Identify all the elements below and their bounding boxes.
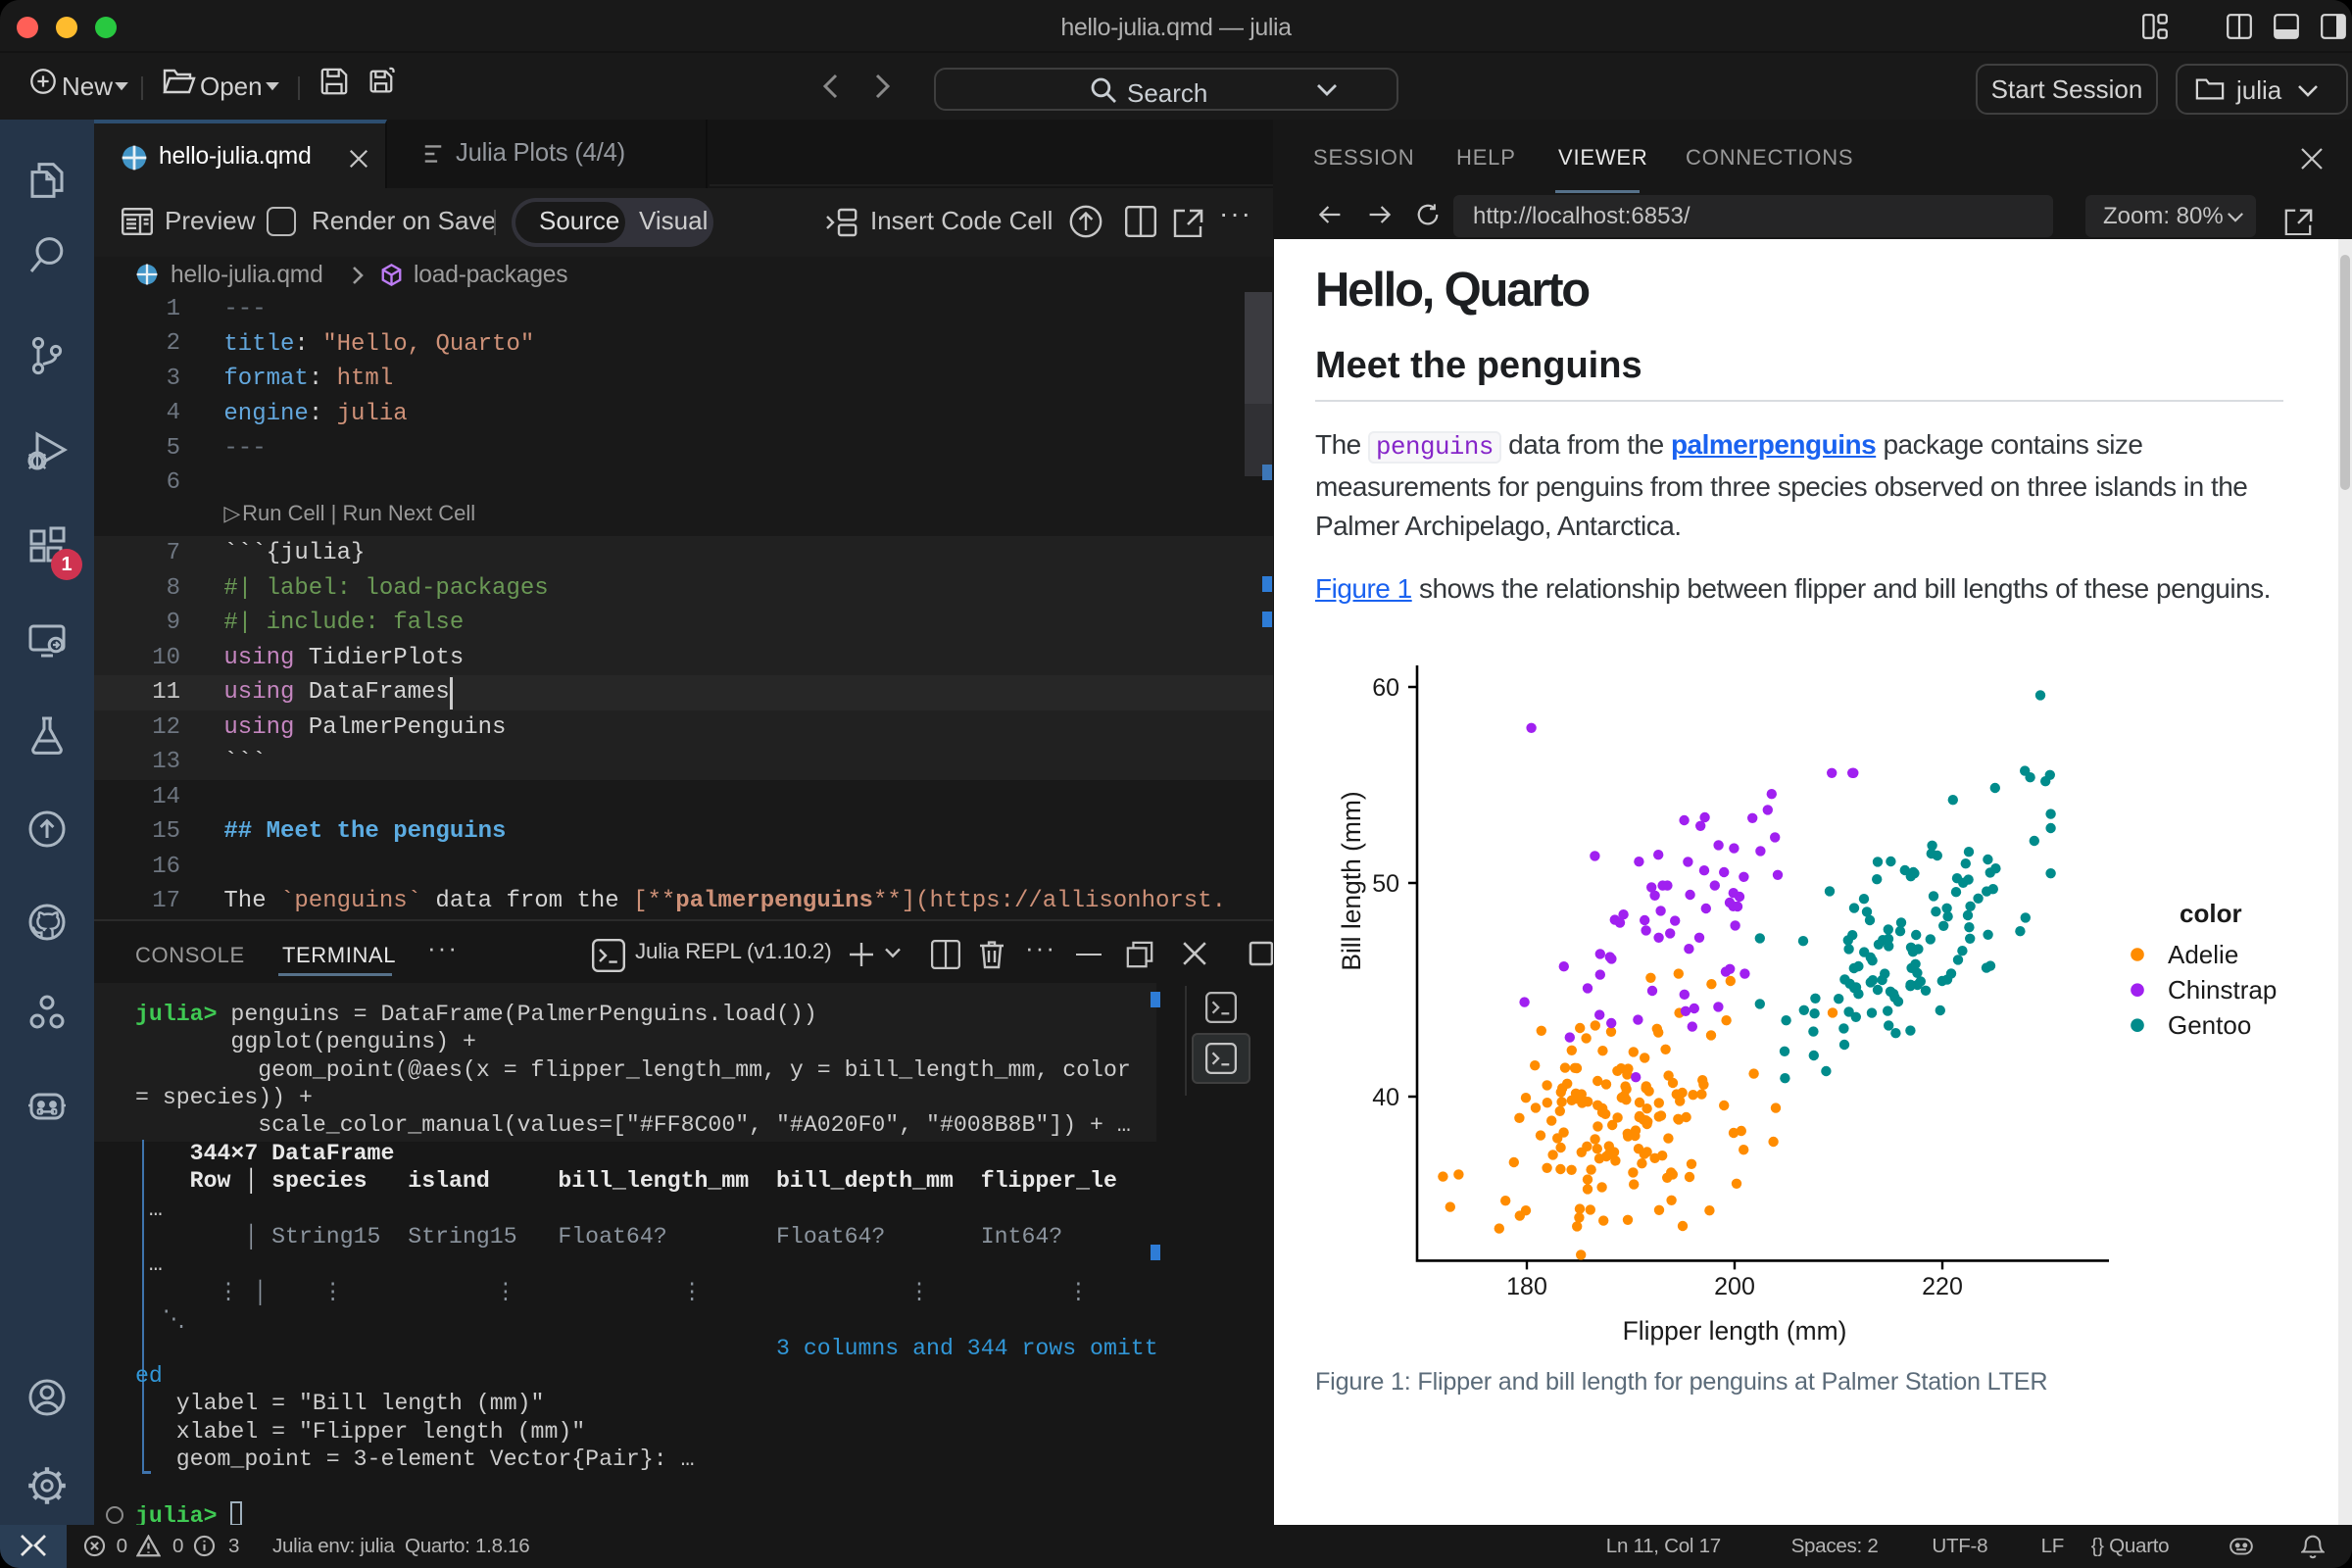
- svg-text:180: 180: [1506, 1273, 1547, 1300]
- svg-text:220: 220: [1922, 1273, 1963, 1300]
- svg-text:40: 40: [1372, 1084, 1399, 1111]
- svg-text:Bill length (mm): Bill length (mm): [1337, 792, 1366, 971]
- svg-text:Chinstrap: Chinstrap: [2168, 975, 2277, 1004]
- svg-text:50: 50: [1372, 870, 1399, 898]
- svg-text:Gentoo: Gentoo: [2168, 1010, 2251, 1040]
- svg-text:Flipper length (mm): Flipper length (mm): [1623, 1316, 1847, 1346]
- svg-text:60: 60: [1372, 674, 1399, 702]
- svg-text:200: 200: [1714, 1273, 1755, 1300]
- svg-text:color: color: [2180, 899, 2242, 928]
- svg-text:Adelie: Adelie: [2168, 940, 2238, 969]
